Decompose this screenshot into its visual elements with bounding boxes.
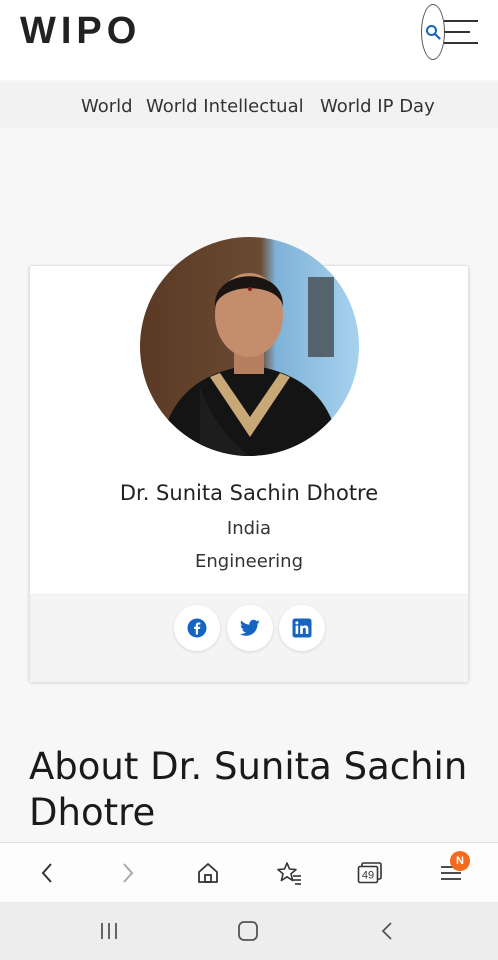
recent-apps-icon — [101, 923, 117, 939]
browser-home-button[interactable] — [188, 843, 228, 903]
profile-country: India — [226, 518, 272, 539]
main-menu-button[interactable] — [442, 18, 480, 46]
subnav-item-world[interactable]: World — [81, 96, 133, 117]
home-icon — [238, 921, 258, 941]
back-icon — [381, 922, 392, 940]
hamburger-menu-icon — [444, 20, 478, 44]
twitter-button[interactable] — [227, 605, 273, 651]
facebook-button[interactable] — [174, 605, 220, 651]
subnav-item-world-intellectual[interactable]: World Intellectual — [146, 96, 304, 117]
profile-name: Dr. Sunita Sachin Dhotre — [119, 481, 379, 505]
system-back-button[interactable] — [362, 902, 412, 960]
sub-navigation: World World Intellectual World IP Day — [0, 82, 498, 128]
facebook-icon — [187, 618, 207, 638]
menu-notification-badge: N — [450, 851, 470, 871]
subnav-item-world-ip-day[interactable]: World IP Day — [320, 96, 435, 117]
browser-bookmarks-button[interactable] — [270, 843, 310, 903]
tab-count: 49 — [362, 870, 374, 882]
back-icon — [41, 863, 52, 883]
browser-forward-button[interactable] — [108, 843, 148, 903]
system-home-button[interactable] — [223, 902, 273, 960]
browser-toolbar: 49 — [0, 842, 498, 902]
home-icon — [198, 863, 218, 883]
tabs-icon: 49 — [357, 862, 382, 884]
browser-tabs-button[interactable]: 49 — [350, 843, 390, 903]
twitter-icon — [240, 619, 260, 636]
about-heading: About Dr. Sunita Sachin Dhotre — [29, 745, 468, 834]
site-header: WIPO — [0, 0, 498, 80]
wipo-logo[interactable]: WIPO — [20, 10, 141, 53]
browser-back-button[interactable] — [27, 843, 67, 903]
search-icon — [426, 25, 441, 40]
forward-icon — [123, 863, 134, 883]
linkedin-icon — [292, 618, 312, 638]
profile-photo — [140, 237, 359, 456]
bookmarks-icon — [277, 862, 301, 885]
profile-field: Engineering — [195, 551, 303, 572]
linkedin-button[interactable] — [279, 605, 325, 651]
recent-apps-button[interactable] — [84, 902, 134, 960]
system-navigation-bar — [0, 902, 498, 960]
